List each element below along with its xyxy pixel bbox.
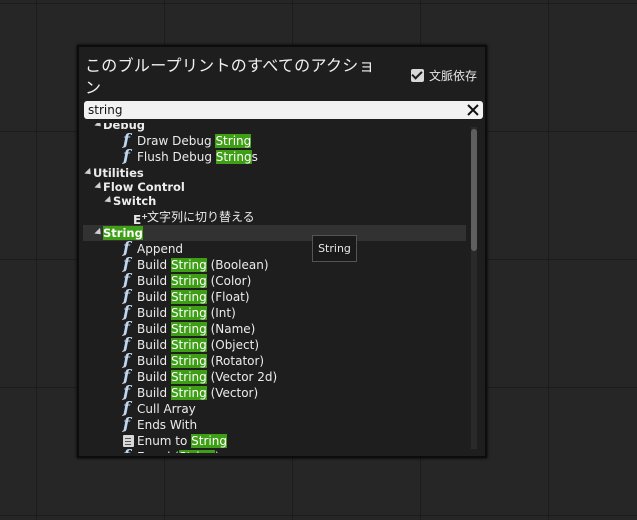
label-text: (Rotator)	[206, 354, 265, 368]
search-match-highlight: String	[170, 370, 207, 384]
search-match-highlight: String	[215, 150, 252, 164]
tree-action-item[interactable]: f Ends With	[83, 414, 466, 433]
tree-category[interactable]: Debug	[83, 123, 466, 133]
tree-item-label: Switch	[113, 193, 156, 209]
label-text: s	[251, 150, 258, 164]
search-match-highlight: String	[170, 322, 207, 336]
tree-action-item[interactable]: f Build String (Int)	[83, 303, 466, 321]
tree-item-label: Ends With	[137, 417, 197, 433]
function-icon: f	[123, 414, 130, 433]
label-text: (Color)	[206, 274, 252, 288]
label-text: Append	[137, 242, 184, 256]
tree-category[interactable]: String	[83, 225, 466, 241]
tree-category[interactable]: Switch	[83, 193, 466, 209]
action-menu-panel: このブループリントのすべてのアクション 文脈依存 DebugfDraw Debu…	[77, 45, 487, 458]
action-tree[interactable]: Debug f Draw Debug String f Flush Debug Stri…	[83, 123, 466, 453]
label-text: Cull Array	[137, 402, 196, 416]
label-text: Build	[137, 370, 171, 384]
tree-item-label: Build String (Float)	[137, 289, 250, 305]
tree-item-label: Build String (Rotator)	[137, 353, 264, 369]
tree-action-item[interactable]: E+ 文字列に切り替える	[83, 209, 466, 227]
search-match-highlight: String	[170, 354, 207, 368]
label-text: Equal (	[137, 450, 179, 453]
tree-item-label: Build String (Vector)	[137, 385, 258, 401]
search-match-highlight: String	[170, 258, 207, 272]
label-text: 文字列に切り替える	[147, 210, 255, 224]
search-input[interactable]	[84, 101, 470, 119]
label-text: Build	[137, 306, 171, 320]
tree-action-item[interactable]: Enum to String	[83, 433, 466, 449]
label-text: (Object)	[206, 338, 260, 352]
search-match-highlight: String	[170, 306, 207, 320]
tree-item-label: Draw Debug String	[137, 133, 252, 149]
search-match-highlight: String	[191, 434, 227, 448]
tree-action-item[interactable]: f Build String (Name)	[83, 319, 466, 337]
tree-action-item[interactable]: f Append	[83, 239, 466, 257]
label-text: (Float)	[206, 290, 250, 304]
label-text: Flow Control	[103, 180, 185, 194]
tree-item-label: Build String (Name)	[137, 321, 255, 337]
label-text: Switch	[113, 194, 157, 208]
tree-action-item[interactable]: f Build String (Color)	[83, 271, 466, 289]
tooltip: String	[312, 235, 357, 262]
label-text: Build	[137, 322, 171, 336]
label-text: Build	[137, 258, 171, 272]
tree-item-label: Build String (Int)	[137, 305, 236, 321]
label-text: Build	[137, 274, 171, 288]
label-text: )	[215, 450, 220, 453]
label-text: Flush Debug	[137, 150, 216, 164]
tree-item-label: Enum to String	[137, 433, 227, 449]
tree-item-label: Build String (Vector 2d)	[137, 369, 277, 385]
tree-action-item[interactable]: f Build String (Vector)	[83, 383, 466, 401]
checkbox-checked-icon[interactable]	[410, 69, 424, 82]
search-match-highlight: String	[170, 338, 207, 352]
tree-item-label: Append	[137, 241, 183, 257]
tree-action-item[interactable]: f Draw Debug String	[83, 131, 466, 149]
tree-item-label: Equal (String)	[137, 449, 220, 453]
tree-action-item[interactable]: f Build String (Rotator)	[83, 351, 466, 369]
tree-action-item[interactable]: f Build String (Float)	[83, 287, 466, 305]
label-text: (Boolean)	[206, 258, 269, 272]
label-text: Build	[137, 290, 171, 304]
tree-item-label: Build String (Object)	[137, 337, 259, 353]
tree-item-label: 文字列に切り替える	[147, 209, 255, 225]
function-icon: f	[123, 146, 130, 165]
tree-item-label: Flush Debug Strings	[137, 149, 258, 165]
tree-action-item[interactable]: f Build String (Boolean)	[83, 255, 466, 273]
tree-action-item[interactable]: f Build String (Object)	[83, 335, 466, 353]
scrollbar-thumb[interactable]	[471, 129, 477, 251]
label-text: (Vector)	[206, 386, 259, 400]
tree-action-item[interactable]: f Equal (String)	[83, 447, 466, 454]
label-text: Utilities	[93, 166, 144, 180]
label-text: (Vector 2d)	[206, 370, 278, 384]
close-icon[interactable]	[465, 101, 481, 119]
label-text: Draw Debug	[137, 134, 216, 148]
label-text: (Name)	[206, 322, 256, 336]
context-sensitive-toggle[interactable]: 文脈依存	[410, 67, 477, 84]
label-text: Enum to	[137, 434, 192, 448]
tree-action-item[interactable]: f Flush Debug Strings	[83, 146, 466, 165]
tree-action-item[interactable]: f Cull Array	[83, 399, 466, 417]
search-match-highlight: String	[170, 290, 207, 304]
tree-item-label: Build String (Boolean)	[137, 257, 269, 273]
search-match-highlight: String	[179, 450, 215, 453]
label-text: Build	[137, 386, 171, 400]
function-icon: f	[123, 447, 130, 454]
label-text: Build	[137, 338, 171, 352]
search-match-highlight: String	[170, 386, 207, 400]
label-text: Build	[137, 354, 171, 368]
tree-action-item[interactable]: f Build String (Vector 2d)	[83, 367, 466, 385]
tree-item-label: Cull Array	[137, 401, 196, 417]
label-text: Ends With	[137, 418, 198, 432]
panel-title: このブループリントのすべてのアクション	[85, 56, 375, 97]
context-sensitive-label: 文脈依存	[428, 69, 477, 83]
scrollbar-track[interactable]	[471, 127, 477, 449]
tree-item-label: Build String (Color)	[137, 273, 251, 289]
search-match-highlight: String	[215, 134, 252, 148]
search-match-highlight: String	[170, 274, 207, 288]
search-box[interactable]	[84, 101, 483, 119]
label-text: (Int)	[206, 306, 236, 320]
